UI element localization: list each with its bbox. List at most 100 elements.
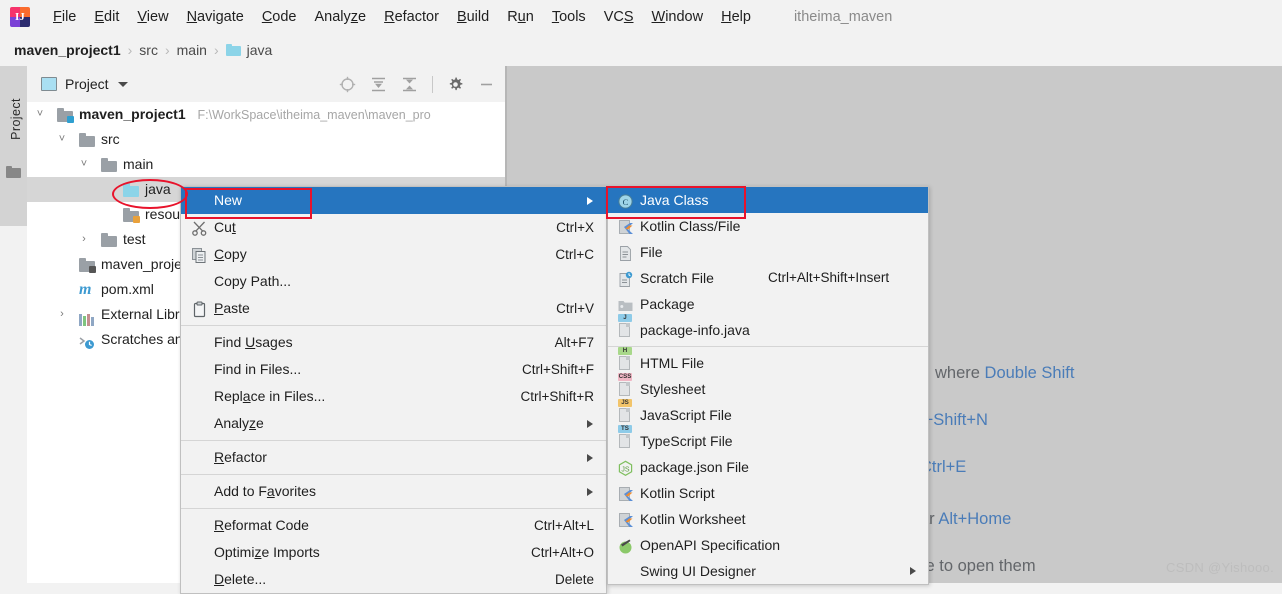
submenu-item-kotlin-worksheet[interactable]: Kotlin Worksheet — [608, 506, 928, 532]
chevron-down-icon[interactable]: ˅ — [55, 127, 69, 152]
folder-icon — [226, 44, 241, 56]
menu-window[interactable]: Window — [643, 6, 713, 28]
submenu-item-java-class[interactable]: C Java Class — [608, 187, 928, 213]
tool-window-strip[interactable]: Project — [0, 66, 27, 226]
context-menu-item-find-in-files[interactable]: Find in Files... Ctrl+Shift+F — [181, 356, 606, 383]
menu-run[interactable]: Run — [498, 6, 543, 28]
chevron-right-icon[interactable]: › — [77, 227, 91, 252]
context-menu-shortcut: Alt+F7 — [555, 329, 594, 356]
submenu-arrow-icon — [910, 567, 916, 575]
submenu-item-swing-ui-designer[interactable]: Swing UI Designer — [608, 558, 928, 584]
submenu-item-kotlin-class-file[interactable]: Kotlin Class/File — [608, 213, 928, 239]
menu-edit[interactable]: Edit — [85, 6, 128, 28]
context-menu-item-copy-path[interactable]: Copy Path... — [181, 268, 606, 295]
context-menu-label: Find in Files... — [214, 356, 301, 383]
submenu-item-openapi-specification[interactable]: OpenAPI Specification — [608, 532, 928, 558]
openapi-icon — [617, 537, 634, 554]
submenu-label: Swing UI Designer — [640, 558, 756, 584]
menu-file[interactable]: File — [44, 6, 85, 28]
maven-pom-icon: m — [79, 277, 91, 302]
menu-separator — [181, 508, 606, 509]
context-menu-item-reformat-code[interactable]: Reformat Code Ctrl+Alt+L — [181, 512, 606, 539]
submenu-item-package-info-java[interactable]: J package-info.java — [608, 317, 928, 343]
context-menu-item-cut[interactable]: Cut Ctrl+X — [181, 214, 606, 241]
submenu-label: Kotlin Worksheet — [640, 506, 746, 532]
submenu-item-scratch-file[interactable]: Scratch File Ctrl+Alt+Shift+Insert — [608, 265, 928, 291]
collapse-all-icon[interactable] — [401, 76, 418, 93]
folder-icon — [101, 233, 117, 247]
menu-navigate[interactable]: Navigate — [178, 6, 253, 28]
locate-icon[interactable] — [339, 76, 356, 93]
menu-build[interactable]: Build — [448, 6, 498, 28]
context-menu-shortcut: Ctrl+Alt+O — [531, 539, 594, 566]
generic-file-icon — [617, 244, 634, 261]
menu-bar: IJ File Edit View Navigate Code Analyze … — [0, 0, 1282, 33]
menu-separator — [181, 440, 606, 441]
context-menu-item-copy[interactable]: Copy Ctrl+C — [181, 241, 606, 268]
submenu-label: HTML File — [640, 350, 704, 376]
chevron-down-icon[interactable]: ˅ — [77, 152, 91, 177]
chevron-down-icon[interactable]: ˅ — [33, 102, 47, 127]
breadcrumb-item-project[interactable]: maven_project1 — [14, 42, 121, 58]
tool-strip-background — [0, 226, 27, 583]
settings-gear-icon[interactable] — [447, 76, 464, 93]
nodejs-icon: JS — [617, 459, 634, 476]
submenu-item-stylesheet[interactable]: CSS Stylesheet — [608, 376, 928, 402]
submenu-item-typescript-file[interactable]: TS TypeScript File — [608, 428, 928, 454]
chevron-down-icon[interactable] — [118, 82, 128, 87]
submenu-item-kotlin-script[interactable]: Kotlin Script — [608, 480, 928, 506]
submenu-item-package-json-file[interactable]: JS package.json File — [608, 454, 928, 480]
context-menu-item-delete[interactable]: Delete... Delete — [181, 566, 606, 593]
context-menu-shortcut: Ctrl+Shift+R — [520, 383, 594, 410]
submenu-label: Kotlin Script — [640, 480, 715, 506]
context-menu-item-find-usages[interactable]: Find Usages Alt+F7 — [181, 329, 606, 356]
menu-analyze[interactable]: Analyze — [306, 6, 376, 28]
menu-view[interactable]: View — [128, 6, 177, 28]
context-menu-item-new[interactable]: New — [181, 187, 606, 214]
context-menu-item-paste[interactable]: Paste Ctrl+V — [181, 295, 606, 322]
context-menu-item-refactor[interactable]: Refactor — [181, 444, 606, 471]
breadcrumb-item-main[interactable]: main — [177, 42, 207, 58]
context-menu-item-add-to-favorites[interactable]: Add to Favorites — [181, 478, 606, 505]
context-menu-item-replace-in-files[interactable]: Replace in Files... Ctrl+Shift+R — [181, 383, 606, 410]
chevron-right-icon[interactable]: › — [55, 302, 69, 327]
submenu-label: Package — [640, 291, 694, 317]
tree-row-src[interactable]: ˅ src — [27, 127, 505, 152]
watermark-text: CSDN @Yishooo. — [1166, 560, 1274, 575]
expand-all-icon[interactable] — [370, 76, 387, 93]
svg-text:JS: JS — [621, 467, 630, 474]
kotlin-script-icon — [617, 485, 634, 502]
submenu-item-package[interactable]: Package — [608, 291, 928, 317]
breadcrumb-item-src[interactable]: src — [139, 42, 158, 58]
menu-vcs[interactable]: VCS — [595, 6, 643, 28]
context-menu-label: New — [214, 187, 242, 214]
submenu-item-html-file[interactable]: H HTML File — [608, 350, 928, 376]
menu-tools[interactable]: Tools — [543, 6, 595, 28]
svg-text:C: C — [623, 197, 629, 207]
submenu-item-file[interactable]: File — [608, 239, 928, 265]
hide-minimize-icon[interactable] — [478, 76, 495, 93]
menu-code[interactable]: Code — [253, 6, 306, 28]
submenu-label: package.json File — [640, 454, 749, 480]
context-menu-item-optimize-imports[interactable]: Optimize Imports Ctrl+Alt+O — [181, 539, 606, 566]
submenu-label: package-info.java — [640, 317, 750, 343]
tree-row-maven_project1[interactable]: ˅ maven_project1 F:\WorkSpace\itheima_ma… — [27, 102, 505, 127]
breadcrumb-item-java[interactable]: java — [247, 42, 273, 58]
submenu-item-javascript-file[interactable]: JS JavaScript File — [608, 402, 928, 428]
submenu-label: Scratch File — [640, 265, 714, 291]
context-menu-shortcut: Ctrl+C — [555, 241, 594, 268]
tool-strip-project-label[interactable]: Project — [9, 83, 23, 155]
menu-help[interactable]: Help — [712, 6, 760, 28]
iml-file-icon — [79, 258, 95, 272]
menu-separator — [608, 346, 928, 347]
submenu-label: Kotlin Class/File — [640, 213, 740, 239]
submenu-arrow-icon — [587, 420, 593, 428]
tree-row-main[interactable]: ˅ main — [27, 152, 505, 177]
context-menu-shortcut: Ctrl+V — [556, 295, 594, 322]
menu-refactor[interactable]: Refactor — [375, 6, 448, 28]
project-panel-header: Project — [27, 66, 505, 102]
context-menu-item-analyze[interactable]: Analyze — [181, 410, 606, 437]
project-panel-toolbar — [339, 76, 505, 93]
editor-hint-line-2: l+Shift+N — [920, 411, 988, 430]
tree-label-src: src — [101, 131, 120, 147]
